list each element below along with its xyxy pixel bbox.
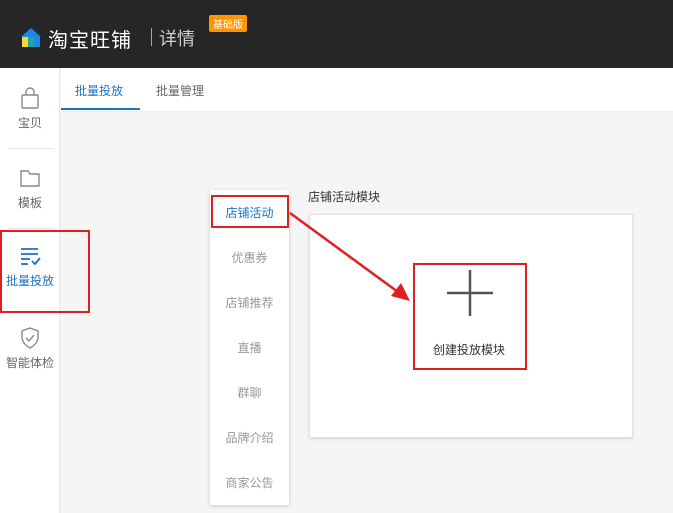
sidebar-item-label: 模板: [17, 196, 42, 210]
menu-item-coupon[interactable]: 优惠券: [210, 249, 289, 266]
edition-badge: 基础版: [209, 15, 247, 32]
brand-divider: [151, 28, 152, 46]
top-header: 淘宝旺铺 详情 基础版: [0, 0, 673, 68]
menu-item-shop-recommend[interactable]: 店铺推荐: [210, 294, 289, 311]
tab-bar: 批量投放 批量管理: [61, 68, 673, 112]
bag-icon: [21, 87, 39, 109]
sidebar-divider: [8, 148, 54, 149]
sidebar-item-template[interactable]: 模板: [0, 166, 60, 211]
page-subtitle: 详情: [159, 29, 195, 50]
highlight-box-menu: [211, 195, 289, 228]
menu-item-merchant-notice[interactable]: 商家公告: [210, 474, 289, 491]
module-section-title: 店铺活动模块: [308, 190, 381, 204]
highlight-box-sidebar: [0, 230, 90, 313]
tab-batch-manage[interactable]: 批量管理: [156, 82, 204, 99]
sidebar-item-label: 智能体检: [5, 356, 54, 370]
menu-item-group-chat[interactable]: 群聊: [210, 384, 289, 401]
brand-name: 淘宝旺铺: [48, 28, 132, 52]
menu-item-live[interactable]: 直播: [210, 339, 289, 356]
module-type-menu: 店铺活动 优惠券 店铺推荐 直播 群聊 品牌介绍 商家公告: [210, 190, 289, 505]
folder-icon: [20, 170, 40, 187]
sidebar-divider: [8, 228, 54, 229]
tab-batch-deploy[interactable]: 批量投放: [75, 82, 123, 99]
active-tab-indicator: [61, 108, 140, 110]
sidebar-item-label: 宝贝: [17, 116, 42, 130]
store-logo-icon: [21, 28, 41, 47]
sidebar-item-baobei[interactable]: 宝贝: [0, 86, 60, 131]
menu-item-brand-intro[interactable]: 品牌介绍: [210, 429, 289, 446]
highlight-box-create: [413, 263, 527, 370]
shield-check-icon: [21, 327, 39, 349]
sidebar-item-smart-check[interactable]: 智能体检: [0, 326, 60, 371]
